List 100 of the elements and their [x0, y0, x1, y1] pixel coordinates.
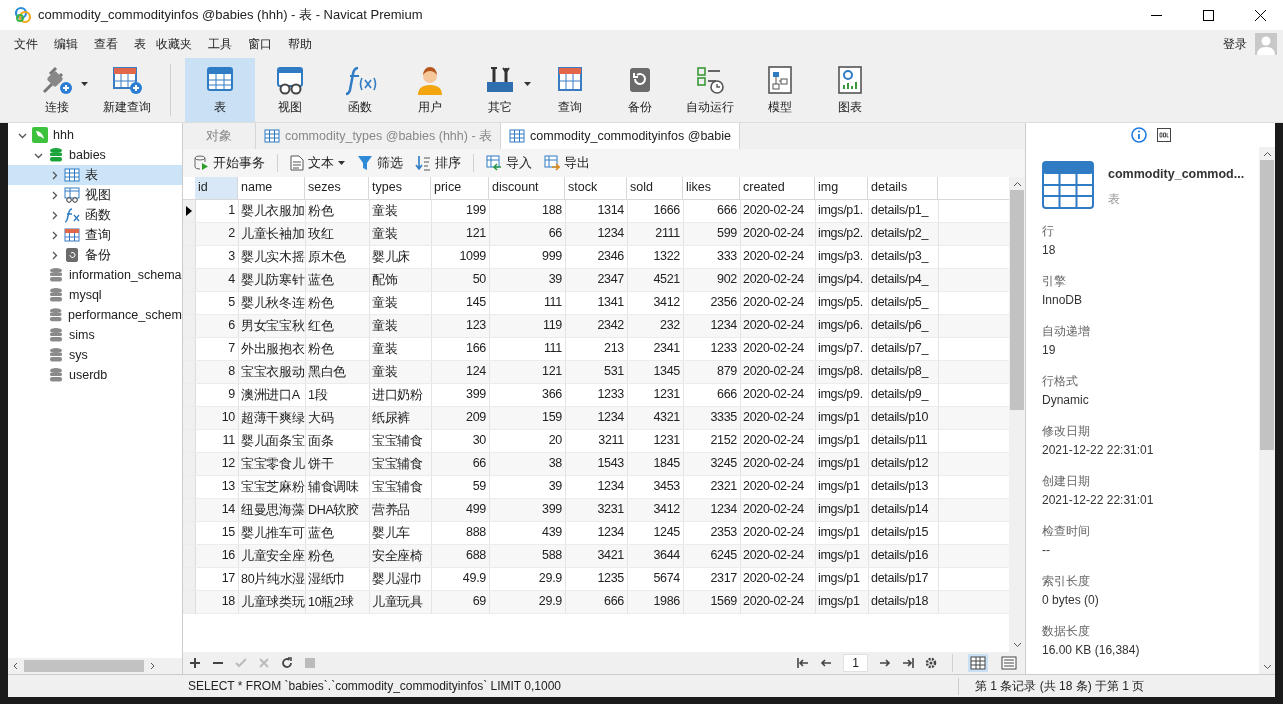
toolbar-button[interactable]: 用户	[395, 58, 465, 122]
table-cell: 119	[490, 315, 566, 337]
table-cell: imgs/p8.	[816, 361, 869, 383]
table-cell: imgs/p1	[816, 499, 869, 521]
vertical-scrollbar[interactable]	[1259, 147, 1275, 674]
toolbar-button[interactable]: 函数	[325, 58, 395, 122]
menu-item[interactable]: 查看	[86, 35, 126, 53]
table-cell: 原木色	[306, 246, 370, 268]
vertical-scrollbar[interactable]	[1009, 177, 1025, 652]
settings-icon[interactable]	[925, 657, 937, 669]
grid-toolbar-button[interactable]: 文本	[286, 154, 349, 172]
menu-item[interactable]: 收藏夹	[148, 35, 200, 53]
grid-view-icon[interactable]	[968, 654, 988, 672]
tree-item[interactable]: 查询	[8, 225, 182, 245]
scroll-up-icon[interactable]	[1262, 151, 1272, 157]
column-header[interactable]: discount	[489, 177, 565, 199]
tree-item[interactable]: userdb	[8, 365, 182, 385]
scrollbar-thumb[interactable]	[1010, 190, 1024, 410]
scroll-up-icon[interactable]	[1012, 181, 1022, 187]
tree-item[interactable]: sims	[8, 325, 182, 345]
toolbar-button[interactable]: 模型	[745, 58, 815, 122]
toolbar-button[interactable]: 查询	[535, 58, 605, 122]
login-link[interactable]: 登录	[1223, 35, 1247, 53]
grid-toolbar-button[interactable]: 导入	[482, 154, 536, 172]
toolbar-button[interactable]: 表	[185, 58, 255, 122]
page-number-field[interactable]: 1	[843, 654, 868, 672]
column-header[interactable]: img	[815, 177, 868, 199]
menu-item[interactable]: 帮助	[280, 35, 320, 53]
table-cell: 童装	[370, 200, 432, 222]
column-header[interactable]: created	[740, 177, 815, 199]
table-import-icon	[486, 155, 502, 171]
database-icon	[48, 267, 64, 283]
tree-item[interactable]: hhh	[8, 125, 182, 145]
scroll-left-icon[interactable]	[12, 662, 20, 670]
toolbar-button[interactable]: 备份	[605, 58, 675, 122]
tree-item[interactable]: sys	[8, 345, 182, 365]
scroll-down-icon[interactable]	[1012, 642, 1022, 648]
tree-item[interactable]: 视图	[8, 185, 182, 205]
info-icon[interactable]	[1130, 127, 1147, 143]
ddl-icon[interactable]	[1156, 128, 1171, 142]
toolbar-button[interactable]: 自动运行	[675, 58, 745, 122]
tree-item[interactable]: 备份	[8, 245, 182, 265]
table-cell: 6245	[684, 545, 741, 567]
horizontal-scrollbar[interactable]	[8, 658, 182, 674]
menu-item[interactable]: 工具	[200, 35, 240, 53]
grid-toolbar-button[interactable]: 筛选	[353, 154, 407, 172]
menu-item[interactable]: 文件	[6, 35, 46, 53]
last-page-icon[interactable]	[902, 657, 914, 669]
column-header[interactable]: stock	[565, 177, 627, 199]
tree-item[interactable]: 函数	[8, 205, 182, 225]
scroll-down-icon[interactable]	[1262, 664, 1272, 670]
avatar-icon[interactable]	[1255, 33, 1277, 55]
dropdown-caret-icon[interactable]	[338, 161, 345, 165]
menu-item[interactable]: 表	[126, 35, 148, 53]
column-header[interactable]: sezes	[305, 177, 369, 199]
grid-toolbar-button[interactable]: 排序	[411, 154, 465, 172]
menu-item[interactable]: 编辑	[46, 35, 86, 53]
tab[interactable]: commodity_commodityinfos @babie	[501, 123, 740, 149]
database-icon	[48, 287, 64, 303]
table-cell: imgs/p1	[816, 591, 869, 613]
table-cell: imgs/p2.	[816, 223, 869, 245]
table-cell: 1322	[628, 246, 684, 268]
column-header[interactable]: sold	[627, 177, 683, 199]
row-header[interactable]	[183, 200, 196, 222]
tree-item[interactable]: babies	[8, 145, 182, 165]
refresh-icon[interactable]	[281, 657, 293, 669]
tree-item[interactable]: 表	[8, 165, 182, 185]
toolbar-button[interactable]: 新建查询	[92, 58, 162, 122]
cancel-icon[interactable]	[258, 657, 270, 669]
tree-item[interactable]: information_schema	[8, 265, 182, 285]
column-header[interactable]: name	[238, 177, 305, 199]
column-header[interactable]: price	[431, 177, 489, 199]
toolbar-button[interactable]: 连接	[22, 58, 92, 122]
table-cell: 3412	[628, 499, 684, 521]
form-view-icon[interactable]	[999, 654, 1019, 672]
dropdown-caret-icon[interactable]	[81, 82, 88, 86]
stop-icon[interactable]	[304, 657, 316, 669]
database-icon	[48, 327, 64, 343]
toolbar-button[interactable]: 视图	[255, 58, 325, 122]
toolbar-button[interactable]: 图表	[815, 58, 885, 122]
table-cell: 儿童安全座	[239, 545, 306, 567]
grid-toolbar-button[interactable]: 开始事务	[189, 154, 269, 172]
scrollbar-thumb[interactable]	[1260, 160, 1274, 450]
column-header[interactable]: id	[195, 177, 238, 199]
previous-page-icon[interactable]	[820, 657, 833, 669]
check-icon[interactable]	[235, 657, 247, 669]
dropdown-caret-icon[interactable]	[524, 82, 531, 86]
tree-item[interactable]: mysql	[8, 285, 182, 305]
menu-item[interactable]: 窗口	[240, 35, 280, 53]
column-header[interactable]: details	[868, 177, 938, 199]
scrollbar-thumb[interactable]	[24, 660, 144, 672]
first-page-icon[interactable]	[797, 657, 810, 669]
add-icon[interactable]	[189, 657, 201, 669]
grid-toolbar-button[interactable]: 导出	[540, 154, 594, 172]
column-header[interactable]: types	[369, 177, 431, 199]
column-header[interactable]: likes	[683, 177, 740, 199]
scroll-right-icon[interactable]	[148, 662, 156, 670]
tree-item[interactable]: performance_schem	[8, 305, 182, 325]
next-page-icon[interactable]	[879, 657, 891, 669]
toolbar-button[interactable]: 其它	[465, 58, 535, 122]
